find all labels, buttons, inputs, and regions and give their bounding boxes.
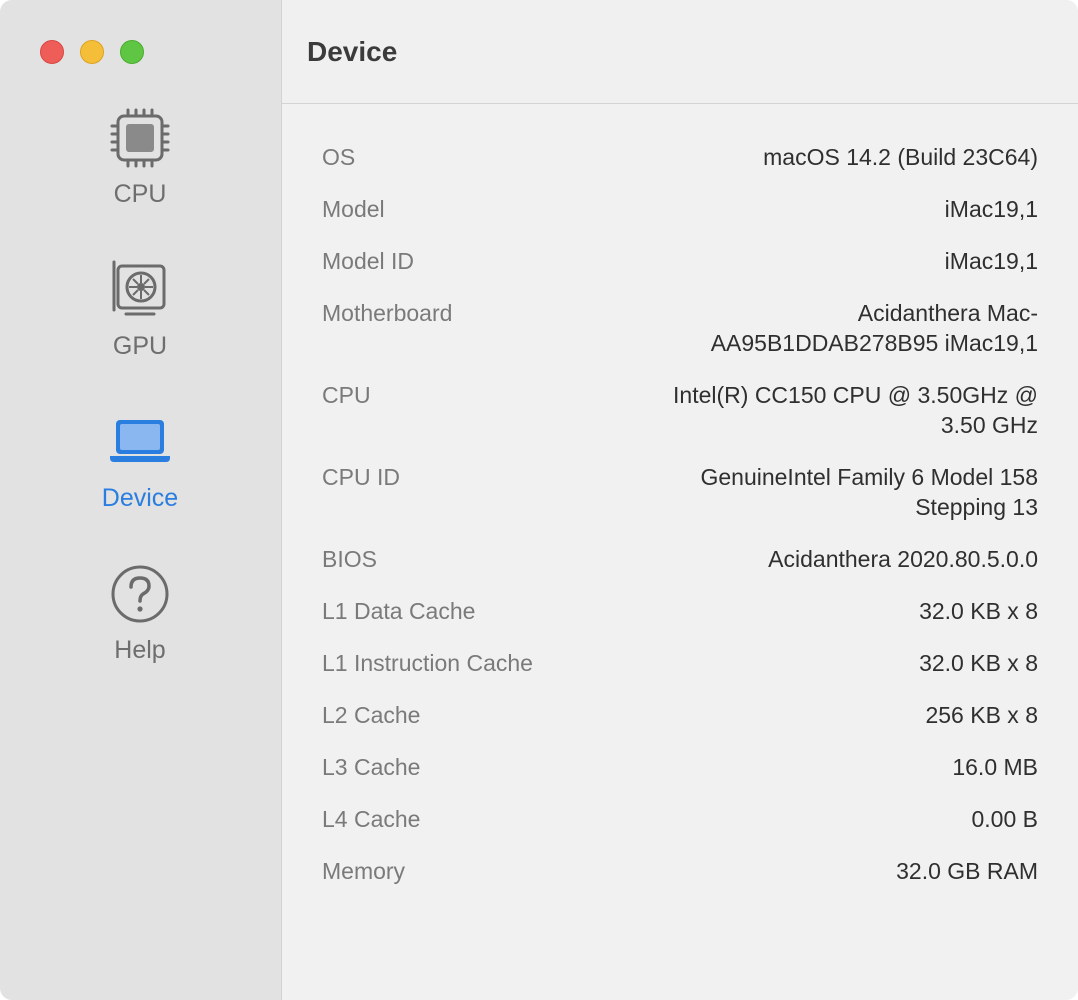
sidebar-item-device[interactable]: Device bbox=[0, 410, 280, 550]
info-key: L2 Cache bbox=[322, 702, 421, 728]
sidebar: CPU GPU Device Help bbox=[0, 0, 282, 1000]
info-value: GenuineIntel Family 6 Model 158 Stepping… bbox=[700, 464, 1038, 520]
info-row-l4-cache: L4 Cache 0.00 B bbox=[322, 804, 1038, 834]
close-window-button[interactable] bbox=[40, 40, 64, 64]
sidebar-item-label: Help bbox=[114, 636, 166, 664]
info-key: Model bbox=[322, 196, 385, 222]
sidebar-item-label: CPU bbox=[113, 180, 167, 208]
info-value: 0.00 B bbox=[971, 806, 1039, 832]
question-circle-icon bbox=[111, 565, 169, 623]
window-controls bbox=[40, 40, 144, 64]
info-value: macOS 14.2 (Build 23C64) bbox=[763, 144, 1038, 170]
info-row-l2-cache: L2 Cache 256 KB x 8 bbox=[322, 700, 1038, 730]
cpu-chip-icon bbox=[110, 108, 170, 168]
info-key: CPU ID bbox=[322, 464, 400, 490]
info-row-l1-instruction-cache: L1 Instruction Cache 32.0 KB x 8 bbox=[322, 648, 1038, 678]
sidebar-item-label: GPU bbox=[112, 332, 168, 360]
info-value: iMac19,1 bbox=[944, 248, 1038, 274]
info-row-cpu: CPU Intel(R) CC150 CPU @ 3.50GHz @ 3.50 … bbox=[322, 380, 1038, 440]
info-key: BIOS bbox=[322, 546, 377, 572]
info-value: 32.0 KB x 8 bbox=[919, 650, 1038, 676]
info-key: CPU bbox=[322, 382, 371, 408]
laptop-icon bbox=[110, 420, 170, 462]
sidebar-item-gpu[interactable]: GPU bbox=[0, 258, 280, 398]
info-key: Model ID bbox=[322, 248, 415, 274]
info-row-bios: BIOS Acidanthera 2020.80.5.0.0 bbox=[322, 544, 1038, 574]
info-value: 16.0 MB bbox=[952, 754, 1038, 780]
info-row-model-id: Model ID iMac19,1 bbox=[322, 246, 1038, 276]
app-window: CPU GPU Device Help Device OS macOS 14.2… bbox=[0, 0, 1078, 1000]
info-row-l1-data-cache: L1 Data Cache 32.0 KB x 8 bbox=[322, 596, 1038, 626]
info-value: Acidanthera Mac- AA95B1DDAB278B95 iMac19… bbox=[710, 300, 1038, 356]
zoom-window-button[interactable] bbox=[120, 40, 144, 64]
sidebar-item-label: Device bbox=[101, 484, 179, 512]
info-key: Memory bbox=[322, 858, 406, 884]
info-value: 32.0 KB x 8 bbox=[919, 598, 1038, 624]
info-key: Motherboard bbox=[322, 300, 453, 326]
info-key: OS bbox=[322, 144, 356, 170]
info-key: L3 Cache bbox=[322, 754, 421, 780]
info-row-cpu-id: CPU ID GenuineIntel Family 6 Model 158 S… bbox=[322, 462, 1038, 522]
info-row-memory: Memory 32.0 GB RAM bbox=[322, 856, 1038, 886]
page-title: Device bbox=[307, 36, 398, 67]
info-value: iMac19,1 bbox=[944, 196, 1038, 222]
info-row-motherboard: Motherboard Acidanthera Mac- AA95B1DDAB2… bbox=[322, 298, 1038, 358]
info-row-os: OS macOS 14.2 (Build 23C64) bbox=[322, 142, 1038, 172]
info-key: L4 Cache bbox=[322, 806, 421, 832]
info-key: L1 Data Cache bbox=[322, 598, 476, 624]
header: Device bbox=[282, 0, 1078, 104]
sidebar-item-help[interactable]: Help bbox=[0, 562, 280, 702]
info-value: Intel(R) CC150 CPU @ 3.50GHz @ 3.50 GHz bbox=[673, 382, 1038, 438]
info-value: Acidanthera 2020.80.5.0.0 bbox=[768, 546, 1038, 572]
graphics-card-icon bbox=[112, 260, 166, 316]
device-info-list: OS macOS 14.2 (Build 23C64) Model iMac19… bbox=[322, 142, 1038, 908]
minimize-window-button[interactable] bbox=[80, 40, 104, 64]
info-key: L1 Instruction Cache bbox=[322, 650, 533, 676]
info-value: 32.0 GB RAM bbox=[896, 858, 1038, 884]
info-row-model: Model iMac19,1 bbox=[322, 194, 1038, 224]
main-panel: Device OS macOS 14.2 (Build 23C64) Model… bbox=[282, 0, 1078, 1000]
sidebar-item-cpu[interactable]: CPU bbox=[0, 106, 280, 246]
info-value: 256 KB x 8 bbox=[925, 702, 1038, 728]
info-row-l3-cache: L3 Cache 16.0 MB bbox=[322, 752, 1038, 782]
